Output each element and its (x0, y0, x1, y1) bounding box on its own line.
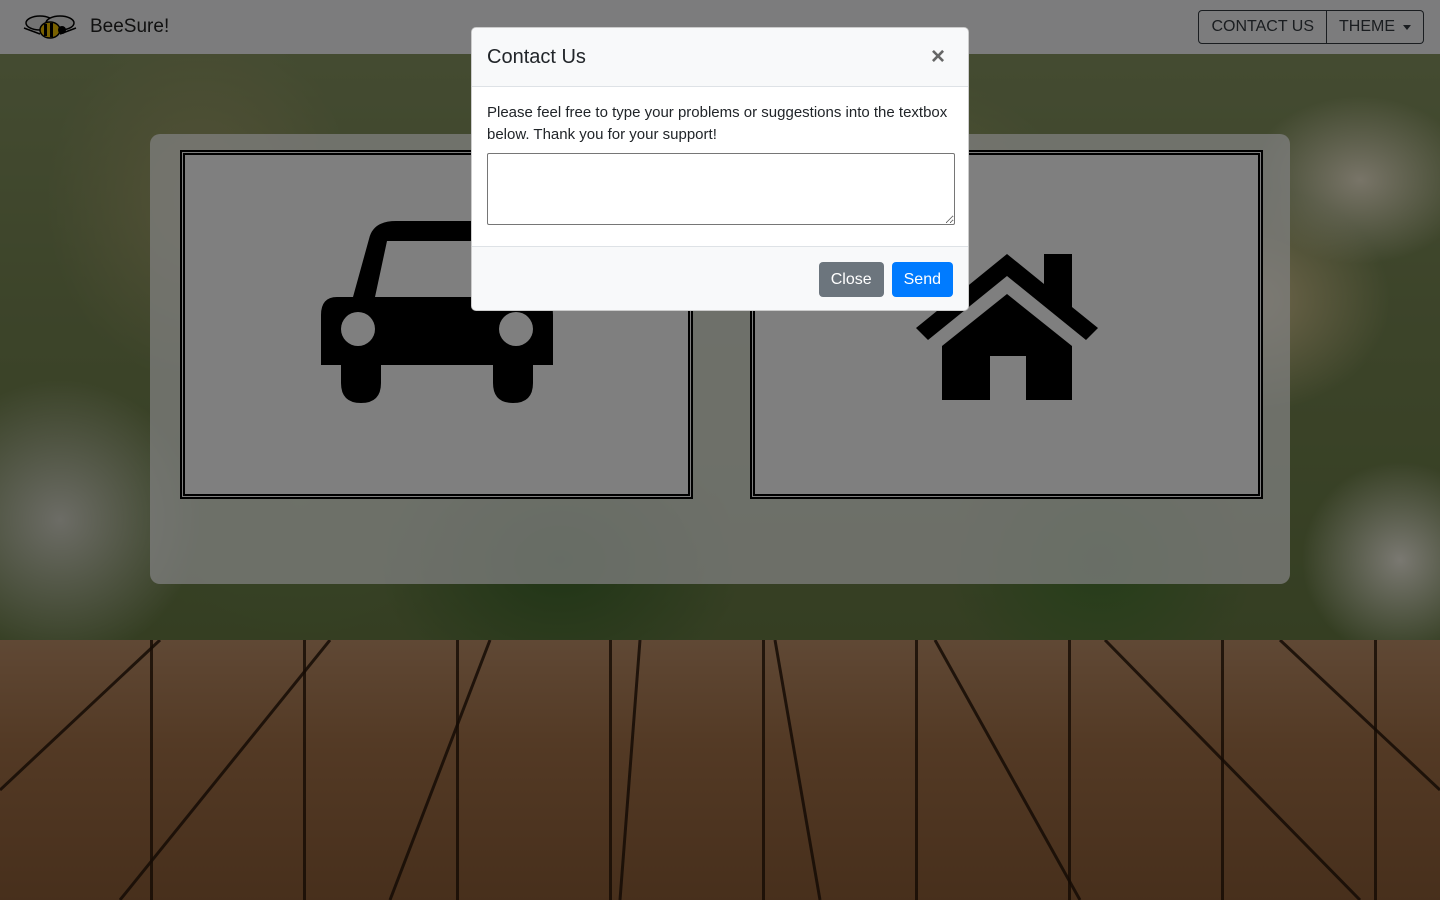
message-textarea[interactable] (487, 153, 955, 225)
modal-header: Contact Us × (472, 28, 968, 87)
send-button[interactable]: Send (891, 262, 953, 297)
close-button[interactable]: Close (818, 262, 884, 297)
contact-modal: Contact Us × Please feel free to type yo… (471, 27, 969, 311)
modal-body: Please feel free to type your problems o… (472, 87, 968, 250)
modal-message: Please feel free to type your problems o… (487, 104, 948, 143)
modal-title: Contact Us (487, 45, 586, 68)
modal-footer: Close Send (472, 246, 968, 310)
close-icon[interactable]: × (923, 45, 953, 69)
